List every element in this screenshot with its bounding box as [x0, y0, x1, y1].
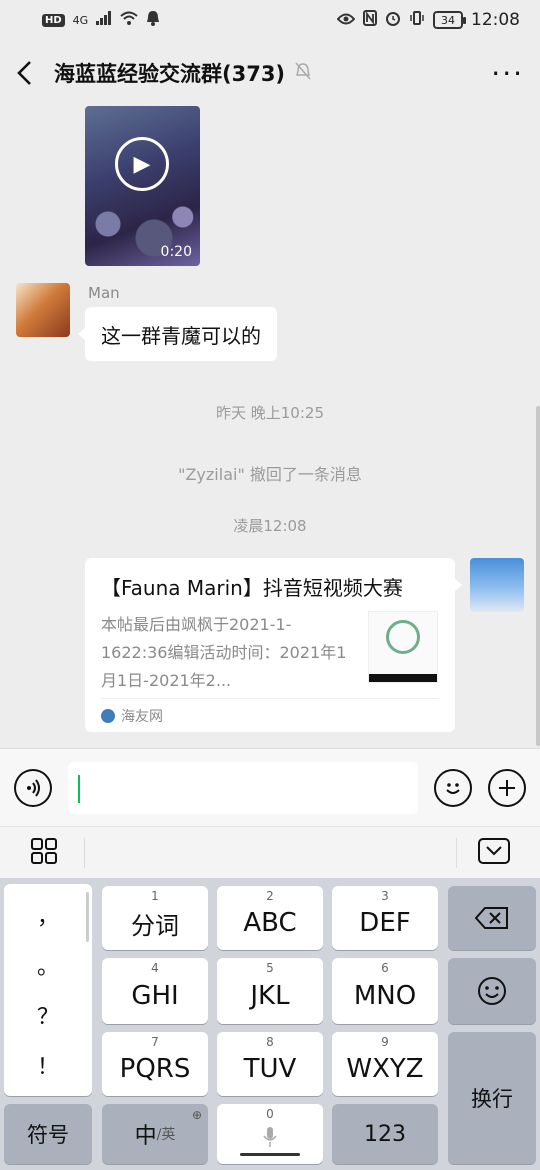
message-list[interactable]: ▶ 0:20 Man 这一群青魔可以的 昨天 晚上10:25 "Zyzilai"… — [0, 106, 540, 748]
avatar-self[interactable] — [470, 558, 524, 612]
punct-key[interactable]: ， — [37, 899, 59, 931]
language-switch-key[interactable]: 中 /英 ⊕ — [102, 1104, 208, 1164]
text-caret — [77, 774, 80, 803]
battery-icon: 34 — [433, 11, 466, 29]
voice-input-button[interactable] — [14, 768, 52, 807]
hd-icon: HD — [42, 13, 65, 27]
network-type: 4G — [72, 13, 89, 27]
space-key-number: 0 — [266, 1107, 274, 1121]
punct-key[interactable]: 。 — [37, 949, 59, 981]
input-bar — [0, 748, 540, 826]
timestamp: 昨天 晚上10:25 — [216, 404, 324, 422]
thumbnail-bar — [369, 674, 437, 682]
recall-notice: "Zyzilai" 撤回了一条消息 — [178, 465, 362, 484]
space-bar-indicator — [240, 1153, 300, 1156]
wifi-icon — [120, 10, 138, 30]
status-bar: HD 4G 34 12:08 — [0, 0, 540, 40]
key-2[interactable]: 2 ABC — [217, 886, 323, 950]
source-logo-icon — [101, 708, 115, 723]
microphone-icon — [263, 1127, 277, 1147]
backspace-icon — [475, 907, 508, 929]
more-functions-button[interactable] — [488, 768, 526, 807]
link-card-title: 【Fauna Marin】抖音短视频大赛 — [101, 576, 403, 600]
sender-name: Man — [88, 284, 120, 302]
key-8[interactable]: 8 TUV — [217, 1032, 323, 1096]
chat-title: 海蓝蓝经验交流群(373) — [54, 62, 286, 86]
link-card-description: 本帖最后由飒枫于2021-1-1622:36编辑活动时间：2021年1月1日-2… — [101, 615, 347, 690]
link-card-body: 本帖最后由飒枫于2021-1-1622:36编辑活动时间：2021年1月1日-2… — [101, 611, 439, 695]
voice-icon — [26, 778, 40, 797]
text-message-bubble[interactable]: 这一群青魔可以的 — [78, 307, 277, 361]
link-card-message[interactable]: 【Fauna Marin】抖音短视频大赛 本帖最后由飒枫于2021-1-1622… — [85, 558, 462, 732]
globe-icon: ⊕ — [191, 1108, 202, 1122]
clock-time: 12:08 — [471, 10, 520, 30]
key-9[interactable]: 9 WXYZ — [332, 1032, 438, 1096]
keyboard: ， 。 ？ ！ 1 分词 2 ABC 3 DEF 4 GHI 5 JKL 6 M… — [0, 878, 540, 1170]
emoji-key[interactable] — [448, 958, 536, 1024]
signal-icon — [96, 10, 112, 30]
message-text: 这一群青魔可以的 — [101, 323, 261, 348]
more-options-button[interactable]: ··· — [491, 57, 524, 90]
alarm-icon — [385, 10, 401, 31]
key-1[interactable]: 1 分词 — [102, 886, 208, 950]
video-duration: 0:20 — [160, 244, 192, 260]
input-actions — [434, 768, 526, 807]
keyboard-menu-grid-icon[interactable] — [30, 837, 58, 869]
chat-header: 海蓝蓝经验交流群(373) ··· — [0, 40, 540, 106]
symbols-key[interactable]: 符号 — [4, 1104, 92, 1164]
link-card-source: 海友网 — [101, 698, 439, 732]
key-6[interactable]: 6 MNO — [332, 958, 438, 1024]
key-7[interactable]: 7 PQRS — [102, 1032, 208, 1096]
status-right: 34 12:08 — [336, 9, 520, 31]
key-5[interactable]: 5 JKL — [217, 958, 323, 1024]
hide-keyboard-icon[interactable] — [478, 837, 510, 868]
avatar[interactable] — [16, 283, 70, 337]
numbers-key[interactable]: 123 — [332, 1104, 438, 1164]
space-key[interactable]: 0 — [217, 1104, 323, 1164]
lang-alt: /英 — [156, 1127, 176, 1143]
back-button[interactable] — [16, 53, 42, 93]
nfc-icon — [363, 9, 377, 31]
timestamp: 凌晨12:08 — [233, 517, 307, 535]
video-message[interactable]: ▶ 0:20 — [85, 106, 200, 266]
link-card-thumbnail — [368, 611, 438, 683]
message-scrollbar[interactable] — [536, 406, 540, 746]
vibrate-icon — [409, 10, 425, 31]
key-4[interactable]: 4 GHI — [102, 958, 208, 1024]
punct-key[interactable]: ！ — [37, 1049, 59, 1081]
eye-icon — [336, 10, 356, 30]
punctuation-scrollbar[interactable] — [86, 892, 89, 942]
source-name: 海友网 — [121, 708, 163, 725]
message-input[interactable] — [67, 761, 418, 814]
notification-bell-icon — [146, 10, 160, 31]
backspace-key[interactable] — [448, 886, 536, 950]
toolbar-divider — [84, 837, 85, 868]
enter-key[interactable]: 换行 — [448, 1032, 536, 1164]
play-icon[interactable]: ▶ — [115, 137, 169, 191]
toolbar-divider — [456, 837, 457, 868]
lang-main: 中 — [134, 1124, 157, 1149]
status-left: HD 4G — [42, 10, 160, 31]
chevron-left-icon — [17, 61, 31, 85]
smiley-icon — [478, 977, 506, 1005]
logo-ring — [386, 620, 420, 654]
punctuation-column[interactable]: ， 。 ？ ！ — [4, 884, 92, 1096]
key-3[interactable]: 3 DEF — [332, 886, 438, 950]
plus-icon — [499, 779, 515, 796]
emoji-button[interactable] — [434, 768, 472, 807]
punct-key[interactable]: ？ — [37, 999, 59, 1031]
smiley-icon — [446, 782, 460, 794]
mute-bell-icon — [295, 62, 311, 84]
keyboard-toolbar — [0, 826, 540, 878]
